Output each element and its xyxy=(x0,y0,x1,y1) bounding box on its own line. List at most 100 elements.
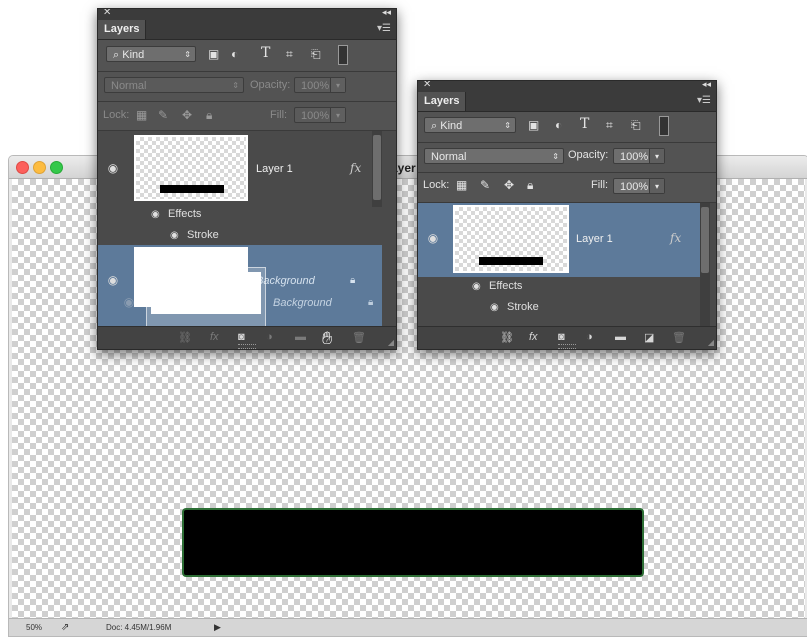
shape-icon[interactable]: ⌗ xyxy=(606,118,613,133)
layers-panel-left: ✕ ◂◂ Layers ▾☰ ⌕ Kind ⇕ ▣ ◐ T ⌗ ⎗ Normal… xyxy=(97,8,397,350)
layer-name[interactable]: Layer 1 xyxy=(576,233,613,245)
background-ghost-name: Background xyxy=(273,297,332,309)
filter-kind-select[interactable]: ⌕ Kind ⇕ xyxy=(106,46,196,62)
close-panel-icon[interactable]: ✕ xyxy=(423,81,431,90)
trash-icon[interactable]: 🗑︎ xyxy=(352,331,366,344)
panel-menu-icon[interactable]: ▾☰ xyxy=(697,95,711,106)
black-rectangle-layer xyxy=(182,508,644,577)
tab-layers[interactable]: Layers xyxy=(98,20,146,39)
chevron-updown-icon: ⇕ xyxy=(504,121,511,130)
link-icon[interactable]: ⛓ xyxy=(500,331,514,344)
filter-kind-label: Kind xyxy=(122,49,145,61)
panel-tab-row: Layers ▾☰ xyxy=(418,92,716,112)
eye-icon[interactable]: ◉ xyxy=(472,281,481,292)
chevron-down-icon[interactable]: ▾ xyxy=(330,108,345,122)
fill-label: Fill: xyxy=(270,109,288,121)
fx-icon[interactable]: fx xyxy=(350,161,361,175)
scroll-thumb[interactable] xyxy=(373,135,381,200)
trash-icon[interactable]: 🗑︎ xyxy=(672,331,686,344)
smart-object-icon[interactable]: ⎗ xyxy=(311,47,321,62)
lock-all-icon[interactable]: 🔒︎ xyxy=(206,108,212,123)
new-group-icon[interactable]: ▬ xyxy=(295,331,306,343)
new-group-icon[interactable]: ▬ xyxy=(615,331,626,343)
effects-label[interactable]: Effects xyxy=(489,280,522,292)
stroke-label[interactable]: Stroke xyxy=(187,229,219,241)
panel-grip[interactable]: ✕ ◂◂ xyxy=(98,9,396,20)
blend-mode-value: Normal xyxy=(111,80,147,92)
close-panel-icon[interactable]: ✕ xyxy=(103,9,111,18)
layer-row-layer1[interactable]: ◉ Layer 1 fx ◉ Effects ◉ Stroke xyxy=(98,131,386,247)
panel-grab-handle[interactable] xyxy=(238,344,256,349)
adjustment-layer-icon[interactable]: ◑ xyxy=(586,331,593,343)
fx-icon[interactable]: fx xyxy=(529,331,538,343)
eye-icon[interactable]: ◉ xyxy=(170,230,179,241)
panel-grip[interactable]: ✕ ◂◂ xyxy=(418,81,716,92)
mask-icon[interactable]: ◙ xyxy=(558,331,565,343)
zoom-window-button[interactable] xyxy=(50,161,63,174)
lock-all-icon[interactable]: 🔒︎ xyxy=(527,178,533,193)
fill-field[interactable]: 100% ▾ xyxy=(613,178,665,194)
chevron-updown-icon: ⇕ xyxy=(552,152,559,161)
layer-name[interactable]: Layer 1 xyxy=(256,163,293,175)
panel-tab-row: Layers ▾☰ xyxy=(98,20,396,40)
lock-transparent-icon[interactable]: ▦ xyxy=(456,178,467,192)
lock-brush-icon[interactable]: ✎ xyxy=(480,178,490,192)
link-icon[interactable]: ⛓ xyxy=(178,331,192,344)
blend-mode-select[interactable]: Normal ⇕ xyxy=(104,77,244,93)
eye-icon[interactable]: ◉ xyxy=(104,161,122,177)
scroll-thumb[interactable] xyxy=(701,207,709,273)
lock-move-icon[interactable]: ✥ xyxy=(182,108,192,122)
status-menu-arrow-icon[interactable]: ▶ xyxy=(214,622,221,633)
layer-list: ◉ Layer 1 fx ◉ Effects ◉ Stroke xyxy=(418,203,716,326)
tab-layers[interactable]: Layers xyxy=(418,92,466,111)
pixel-image-icon[interactable]: ▣ xyxy=(208,47,219,61)
type-icon[interactable]: T xyxy=(580,116,589,132)
eye-icon[interactable]: ◉ xyxy=(424,231,442,247)
filter-toggle-icon[interactable] xyxy=(659,116,669,136)
zoom-level[interactable]: 50% xyxy=(26,623,42,632)
lock-brush-icon[interactable]: ✎ xyxy=(158,108,168,122)
chevron-down-icon[interactable]: ▾ xyxy=(649,149,664,163)
adjustment-icon[interactable]: ◐ xyxy=(555,118,562,132)
lock-transparent-icon[interactable]: ▦ xyxy=(136,108,147,122)
panel-grab-handle[interactable] xyxy=(558,344,576,349)
eye-icon[interactable]: ◉ xyxy=(490,302,499,313)
layer-row-layer1[interactable]: ◉ Layer 1 fx xyxy=(418,203,700,277)
resize-grip-icon[interactable]: ◢ xyxy=(708,338,714,347)
resize-grip-icon[interactable]: ◢ xyxy=(388,338,394,347)
minimize-window-button[interactable] xyxy=(33,161,46,174)
effects-label[interactable]: Effects xyxy=(168,208,201,220)
pixel-image-icon[interactable]: ▣ xyxy=(528,118,539,132)
opacity-field[interactable]: 100% ▾ xyxy=(294,77,346,93)
scrollbar[interactable] xyxy=(700,203,710,326)
shape-icon[interactable]: ⌗ xyxy=(286,47,293,62)
chevron-down-icon[interactable]: ▾ xyxy=(330,78,345,92)
type-icon[interactable]: T xyxy=(261,45,270,61)
smart-object-icon[interactable]: ⎗ xyxy=(631,118,641,133)
blend-mode-select[interactable]: Normal ⇕ xyxy=(424,148,564,164)
eye-icon[interactable]: ◉ xyxy=(151,209,160,220)
fx-icon[interactable]: fx xyxy=(210,331,219,343)
mask-icon[interactable]: ◙ xyxy=(238,331,245,343)
collapse-panel-icon[interactable]: ◂◂ xyxy=(382,9,391,18)
new-layer-icon[interactable]: ◪ xyxy=(644,331,654,344)
layer-row-background[interactable]: ◉ Background 🔒︎ ◉ Background 🔒︎ xyxy=(98,245,382,326)
chevron-down-icon[interactable]: ▾ xyxy=(649,179,664,193)
fx-icon[interactable]: fx xyxy=(670,231,681,245)
eye-icon[interactable]: ◉ xyxy=(104,273,122,289)
share-icon[interactable]: ⇗ xyxy=(61,622,69,633)
fill-label: Fill: xyxy=(591,179,609,191)
collapse-panel-icon[interactable]: ◂◂ xyxy=(702,81,711,90)
lock-move-icon[interactable]: ✥ xyxy=(504,178,514,192)
adjustment-layer-icon[interactable]: ◑ xyxy=(266,331,273,343)
scrollbar[interactable] xyxy=(372,131,382,207)
close-window-button[interactable] xyxy=(16,161,29,174)
fill-field[interactable]: 100% ▾ xyxy=(294,107,346,123)
panel-menu-icon[interactable]: ▾☰ xyxy=(377,23,391,34)
stroke-label[interactable]: Stroke xyxy=(507,301,539,313)
opacity-field[interactable]: 100% ▾ xyxy=(613,148,665,164)
filter-toggle-icon[interactable] xyxy=(338,45,348,65)
search-icon: ⌕ xyxy=(431,120,438,132)
adjustment-icon[interactable]: ◐ xyxy=(231,47,238,61)
filter-kind-select[interactable]: ⌕ Kind ⇕ xyxy=(424,117,516,133)
